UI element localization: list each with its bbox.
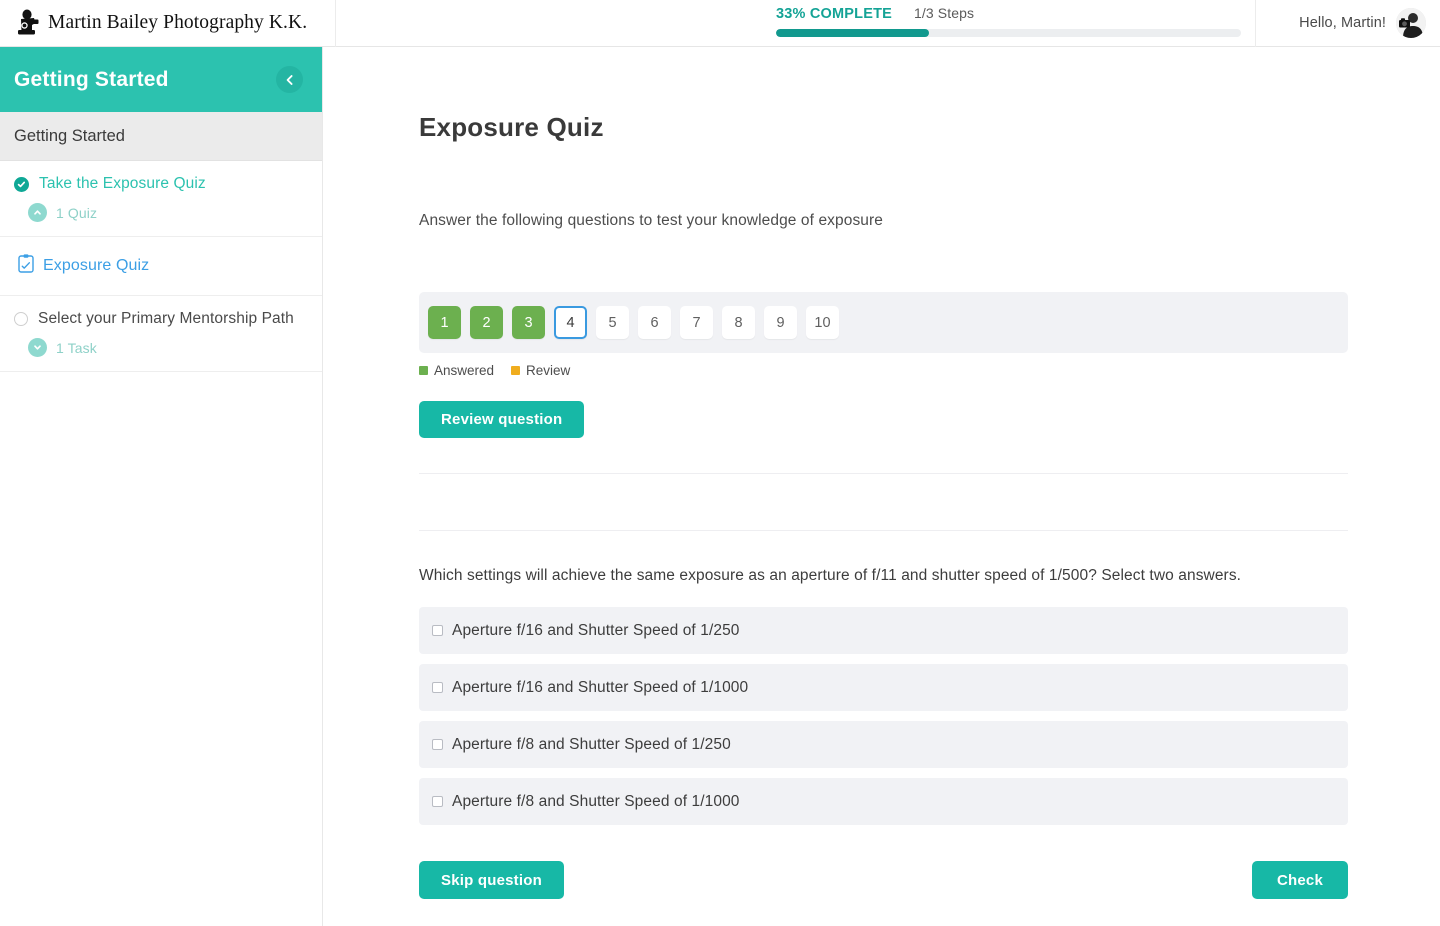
question-button-6[interactable]: 6 xyxy=(638,306,671,339)
answer-checkbox[interactable] xyxy=(432,739,443,750)
chevron-up-icon xyxy=(28,203,47,222)
answer-checkbox[interactable] xyxy=(432,796,443,807)
progress-bar-track xyxy=(776,29,1241,37)
progress-bar-fill xyxy=(776,29,929,37)
course-progress: 33% COMPLETE 1/3 Steps xyxy=(336,0,1255,47)
sidebar-item-label: Take the Exposure Quiz xyxy=(39,175,206,193)
circle-outline-icon xyxy=(14,312,28,326)
question-button-2[interactable]: 2 xyxy=(470,306,503,339)
answer-checkbox[interactable] xyxy=(432,682,443,693)
page-title: Exposure Quiz xyxy=(419,112,604,143)
quiz-intro-text: Answer the following questions to test y… xyxy=(419,212,883,230)
sidebar-item-label: Select your Primary Mentorship Path xyxy=(38,310,294,328)
check-answer-button[interactable]: Check xyxy=(1252,861,1348,899)
brand-logo[interactable]: Martin Bailey Photography K.K. xyxy=(0,0,336,47)
sidebar-item-select-your-primary-mentorship-path[interactable]: Select your Primary Mentorship Path xyxy=(0,296,322,328)
sidebar-item-exposure-quiz[interactable]: Exposure Quiz xyxy=(0,237,322,296)
progress-percent-label: 33% COMPLETE xyxy=(776,6,892,22)
legend-item: Review xyxy=(511,363,570,378)
answer-checkbox[interactable] xyxy=(432,625,443,636)
legend-label: Answered xyxy=(434,363,494,378)
answer-option-label: Aperture f/16 and Shutter Speed of 1/250 xyxy=(452,622,740,640)
answer-option[interactable]: Aperture f/8 and Shutter Speed of 1/250 xyxy=(419,721,1348,768)
question-text: Which settings will achieve the same exp… xyxy=(419,567,1241,585)
answer-option-label: Aperture f/16 and Shutter Speed of 1/100… xyxy=(452,679,748,697)
sidebar-item-label: Exposure Quiz xyxy=(43,257,149,275)
top-bar: Martin Bailey Photography K.K. 33% COMPL… xyxy=(0,0,1440,47)
answer-option[interactable]: Aperture f/16 and Shutter Speed of 1/100… xyxy=(419,664,1348,711)
check-circle-filled-icon xyxy=(14,177,29,192)
sidebar-subitem-label: 1 Quiz xyxy=(56,205,97,221)
quiz-clipboard-icon xyxy=(18,254,34,278)
sidebar-section-label: Getting Started xyxy=(14,127,125,146)
question-button-9[interactable]: 9 xyxy=(764,306,797,339)
answer-option[interactable]: Aperture f/16 and Shutter Speed of 1/250 xyxy=(419,607,1348,654)
sidebar-group-select-your-primary-mentorship-path: Select your Primary Mentorship Path 1 Ta… xyxy=(0,296,322,372)
chevron-left-icon xyxy=(284,74,296,86)
main-content: Exposure Quiz Answer the following quest… xyxy=(324,47,1440,926)
question-button-8[interactable]: 8 xyxy=(722,306,755,339)
answer-option-label: Aperture f/8 and Shutter Speed of 1/250 xyxy=(452,736,731,754)
legend-label: Review xyxy=(526,363,570,378)
sidebar-title: Getting Started xyxy=(14,68,169,92)
camera-photographer-logo-icon xyxy=(12,6,46,40)
sidebar-section-header: Getting Started xyxy=(0,112,322,161)
answer-option[interactable]: Aperture f/8 and Shutter Speed of 1/1000 xyxy=(419,778,1348,825)
legend-swatch-icon xyxy=(511,366,520,375)
brand-name: Martin Bailey Photography K.K. xyxy=(48,12,307,34)
question-button-7[interactable]: 7 xyxy=(680,306,713,339)
question-button-5[interactable]: 5 xyxy=(596,306,629,339)
question-button-4[interactable]: 4 xyxy=(554,306,587,339)
greeting-label: Hello, Martin! xyxy=(1299,15,1386,31)
question-status-legend: Answered Review xyxy=(419,363,570,378)
course-sidebar: Getting Started Getting Started Take the… xyxy=(0,47,323,926)
divider-bottom xyxy=(419,530,1348,531)
sidebar-collapse-button[interactable] xyxy=(276,66,303,93)
skip-question-button[interactable]: Skip question xyxy=(419,861,564,899)
legend-item: Answered xyxy=(419,363,494,378)
sidebar-subitem-label: 1 Task xyxy=(56,340,97,356)
question-button-1[interactable]: 1 xyxy=(428,306,461,339)
review-question-button[interactable]: Review question xyxy=(419,401,584,438)
sidebar-subitem-quiz-count[interactable]: 1 Quiz xyxy=(0,193,322,236)
question-button-3[interactable]: 3 xyxy=(512,306,545,339)
progress-steps-label: 1/3 Steps xyxy=(914,5,974,21)
sidebar-group-take-the-exposure-quiz: Take the Exposure Quiz 1 Quiz xyxy=(0,161,322,237)
divider-top xyxy=(419,473,1348,474)
user-menu[interactable]: Hello, Martin! xyxy=(1255,0,1440,47)
sidebar-header: Getting Started xyxy=(0,47,322,112)
question-navigation: 123456789 10 xyxy=(419,292,1348,353)
sidebar-subitem-task-count[interactable]: 1 Task xyxy=(0,328,322,371)
avatar[interactable] xyxy=(1396,8,1426,38)
legend-swatch-icon xyxy=(419,366,428,375)
sidebar-item-take-the-exposure-quiz[interactable]: Take the Exposure Quiz xyxy=(0,161,322,193)
answer-options-list: Aperture f/16 and Shutter Speed of 1/250… xyxy=(419,607,1348,825)
question-button-10[interactable]: 10 xyxy=(806,306,839,339)
answer-option-label: Aperture f/8 and Shutter Speed of 1/1000 xyxy=(452,793,740,811)
chevron-down-icon xyxy=(28,338,47,357)
